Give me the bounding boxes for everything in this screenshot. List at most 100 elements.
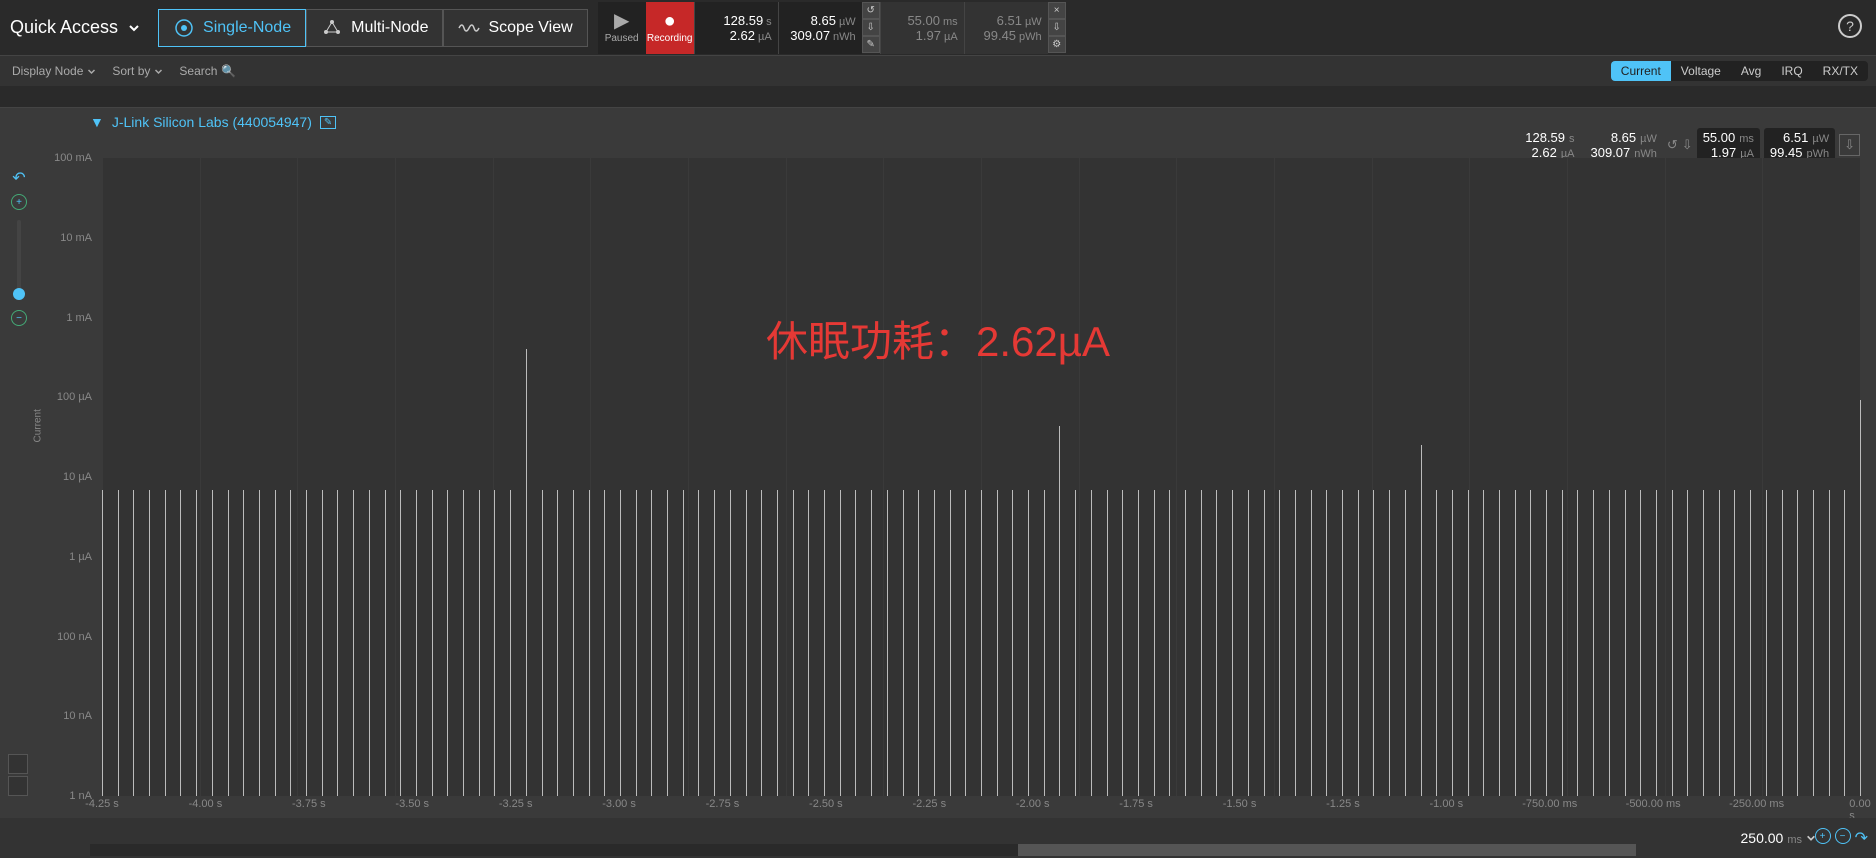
display-node-menu[interactable]: Display Node [4, 64, 104, 78]
plot-stat-g1: 128.59s 2.62µA [1519, 130, 1580, 160]
zoom-slider-thumb[interactable] [13, 288, 25, 300]
data-spike [259, 490, 260, 796]
tab-single-node-label: Single-Node [203, 19, 291, 37]
data-spike [1059, 426, 1060, 796]
select-tool-button[interactable] [8, 754, 28, 774]
data-spike [369, 490, 370, 796]
save-icon[interactable]: ⇩ [1048, 19, 1066, 36]
search-input[interactable]: Search🔍 [171, 64, 244, 78]
data-spike [808, 490, 809, 796]
playback-controls: ▶ Paused ● Recording [598, 2, 694, 54]
y-tick: 100 nA [57, 631, 92, 643]
help-button[interactable]: ? [1838, 14, 1862, 38]
data-spike [149, 490, 150, 796]
data-spike [1342, 490, 1343, 796]
x-tick: -2.00 s [1016, 798, 1050, 810]
data-spike [730, 490, 731, 796]
data-spike [1216, 490, 1217, 796]
marker-tool-button[interactable] [8, 776, 28, 796]
plot-stat-g4: 6.51µW 99.45pWh [1764, 128, 1835, 162]
data-spike [1483, 490, 1484, 796]
play-pause-button[interactable]: ▶ Paused [598, 2, 646, 54]
pill-rxtx[interactable]: RX/TX [1813, 61, 1868, 81]
quick-access-menu[interactable]: Quick Access [0, 17, 148, 38]
undo-icon[interactable]: ↶ [12, 168, 25, 188]
pill-current[interactable]: Current [1611, 61, 1671, 81]
time-scrollbar[interactable] [90, 844, 1636, 856]
data-spike [196, 490, 197, 796]
data-spike [1672, 490, 1673, 796]
download-icon[interactable]: ⇩ [862, 19, 880, 36]
data-spike [1264, 490, 1265, 796]
data-spike [228, 490, 229, 796]
settings-icon[interactable]: ⚙ [1048, 36, 1066, 53]
tab-scope-view[interactable]: Scope View [443, 9, 587, 47]
redo-icon[interactable]: ↷ [1855, 828, 1868, 848]
data-spike [1389, 490, 1390, 796]
zoom-slider[interactable] [17, 220, 21, 300]
y-axis-title: Current [33, 409, 44, 442]
y-axis-labels: 100 mA10 mA1 mA100 µA10 µA1 µA100 nA10 n… [50, 158, 98, 796]
data-spike [1562, 490, 1563, 796]
pill-irq[interactable]: IRQ [1771, 61, 1812, 81]
zoom-out-button[interactable]: − [11, 310, 27, 326]
data-spike [510, 490, 511, 796]
pill-avg[interactable]: Avg [1731, 61, 1771, 81]
plot-title-label: J-Link Silicon Labs (440054947) [112, 114, 312, 130]
plot-download-icon[interactable]: ⇩ [1682, 137, 1693, 153]
y-tick: 10 mA [60, 232, 92, 244]
record-state-label: Recording [647, 33, 693, 44]
data-spike [1625, 490, 1626, 796]
y-tick: 100 mA [54, 152, 92, 164]
tab-single-node[interactable]: Single-Node [158, 9, 306, 47]
tab-scope-view-label: Scope View [488, 19, 572, 37]
data-spike [1358, 490, 1359, 796]
edit-icon[interactable]: ✎ [862, 36, 880, 53]
plot-canvas[interactable] [102, 158, 1860, 796]
close-icon[interactable]: × [1048, 2, 1066, 19]
data-spike [494, 490, 495, 796]
pill-voltage[interactable]: Voltage [1671, 61, 1731, 81]
zoom-in-button[interactable]: + [11, 194, 27, 210]
data-spike [526, 349, 527, 796]
data-spike [353, 490, 354, 796]
zoom-out-x-icon[interactable]: − [1835, 828, 1851, 844]
chevron-down-icon [128, 22, 140, 34]
data-spike [1813, 490, 1814, 796]
tab-multi-node[interactable]: Multi-Node [306, 9, 443, 47]
data-spike [133, 490, 134, 796]
data-spike [636, 490, 637, 796]
data-spike [1248, 490, 1249, 796]
data-spike [1326, 490, 1327, 796]
data-spike [934, 490, 935, 796]
sort-by-menu[interactable]: Sort by [104, 64, 171, 78]
data-spike [557, 490, 558, 796]
time-scrollbar-thumb[interactable] [1018, 844, 1636, 856]
x-tick: -1.75 s [1119, 798, 1153, 810]
zoom-in-x-icon[interactable]: + [1815, 828, 1831, 844]
plot-reset-icon[interactable]: ↺ [1667, 137, 1678, 153]
data-spike [1782, 490, 1783, 796]
data-type-toggle: Current Voltage Avg IRQ RX/TX [1611, 61, 1868, 81]
plot-save-icon[interactable]: ⇩ [1839, 134, 1860, 156]
data-spike [165, 490, 166, 796]
x-tick: -4.00 s [189, 798, 223, 810]
data-spike [1122, 490, 1123, 796]
data-spike [290, 490, 291, 796]
bottom-bar: 250.00 ms + − ↷ [0, 818, 1876, 858]
stat-col-3: 55.00ms 1.97µA [880, 2, 964, 54]
reset-icon[interactable]: ↺ [862, 2, 880, 19]
x-tick: -500.00 ms [1626, 798, 1681, 810]
selection-tools [8, 754, 28, 796]
data-spike [1169, 490, 1170, 796]
data-spike [1750, 490, 1751, 796]
data-spike [1703, 490, 1704, 796]
record-button[interactable]: ● Recording [646, 2, 694, 54]
edit-small-icon[interactable]: ✎ [320, 116, 336, 129]
quick-access-label: Quick Access [10, 17, 118, 38]
data-spike [793, 490, 794, 796]
data-spike [479, 490, 480, 796]
data-spike [180, 490, 181, 796]
target-icon [173, 17, 195, 39]
plot-node-selector[interactable]: ▼ J-Link Silicon Labs (440054947) ✎ [90, 114, 336, 130]
